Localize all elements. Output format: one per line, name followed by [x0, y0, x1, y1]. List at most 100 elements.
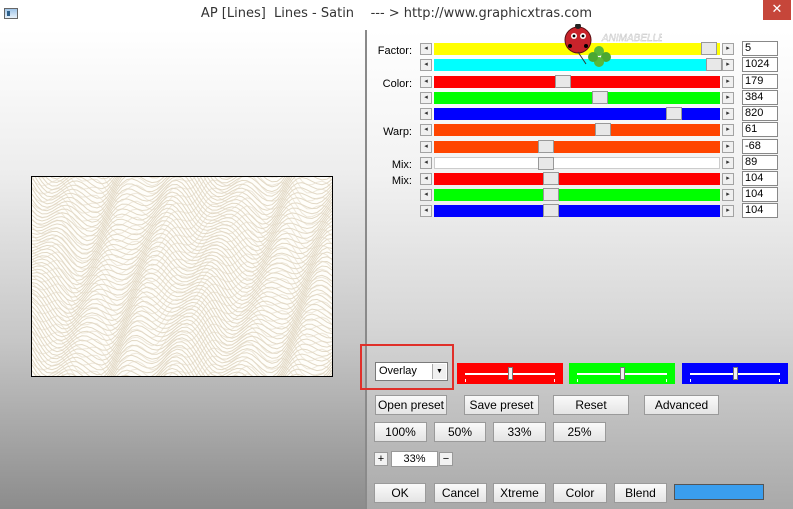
- slider-value-field[interactable]: 104: [742, 171, 778, 186]
- scroll-right-arrow-icon[interactable]: ▸: [722, 189, 734, 201]
- scroll-right-arrow-icon[interactable]: ▸: [722, 108, 734, 120]
- slider-track[interactable]: [434, 91, 720, 104]
- slider-track[interactable]: [434, 107, 720, 120]
- slider-thumb[interactable]: [543, 188, 560, 201]
- slider-thumb[interactable]: [594, 123, 611, 136]
- slider-value-field[interactable]: 61: [742, 122, 778, 137]
- mix-label-1: Mix:: [391, 159, 412, 171]
- slider-value-field[interactable]: 104: [742, 203, 778, 218]
- open-preset-button[interactable]: Open preset: [375, 395, 447, 415]
- slider-track[interactable]: [434, 75, 720, 88]
- title-bar: AP [Lines] Lines - Satin --- > http://ww…: [0, 0, 793, 30]
- slider-value-field[interactable]: 104: [742, 187, 778, 202]
- scroll-right-arrow-icon[interactable]: ▸: [722, 157, 734, 169]
- slider-thumb[interactable]: [666, 107, 683, 120]
- zoom-25-button[interactable]: 25%: [553, 422, 606, 442]
- scroll-left-arrow-icon[interactable]: ◂: [420, 141, 432, 153]
- slider-value-field[interactable]: 384: [742, 90, 778, 105]
- slider-4[interactable]: ◂ ▸: [420, 91, 734, 104]
- slider-3[interactable]: ◂ ▸: [420, 75, 734, 88]
- scroll-left-arrow-icon[interactable]: ◂: [420, 124, 432, 136]
- slider-track[interactable]: [434, 188, 720, 201]
- slider-6[interactable]: ◂ ▸: [420, 123, 734, 136]
- channel-thumb[interactable]: [620, 367, 625, 380]
- satin-pattern: [32, 177, 332, 376]
- slider-value-field[interactable]: 1024: [742, 57, 778, 72]
- color-button[interactable]: Color: [553, 483, 607, 503]
- slider-value-field[interactable]: 89: [742, 155, 778, 170]
- scroll-left-arrow-icon[interactable]: ◂: [420, 173, 432, 185]
- slider-thumb[interactable]: [591, 91, 608, 104]
- blend-mode-value: Overlay: [379, 365, 417, 377]
- scroll-left-arrow-icon[interactable]: ◂: [420, 59, 432, 71]
- scroll-left-arrow-icon[interactable]: ◂: [420, 157, 432, 169]
- zoom-level-field[interactable]: 33%: [391, 451, 438, 467]
- slider-thumb[interactable]: [537, 157, 554, 170]
- green-channel-slider[interactable]: [569, 363, 675, 384]
- ok-button[interactable]: OK: [374, 483, 426, 503]
- blend-color-swatch[interactable]: [674, 484, 764, 500]
- preview-image: [31, 176, 333, 377]
- zoom-50-button[interactable]: 50%: [434, 422, 486, 442]
- slider-track[interactable]: [434, 172, 720, 185]
- window-title: AP [Lines] Lines - Satin --- > http://ww…: [200, 6, 593, 21]
- slider-thumb[interactable]: [543, 172, 560, 185]
- red-channel-slider[interactable]: [457, 363, 563, 384]
- warp-label: Warp:: [383, 126, 412, 138]
- scroll-right-arrow-icon[interactable]: ▸: [722, 205, 734, 217]
- slider-5[interactable]: ◂ ▸: [420, 107, 734, 120]
- slider-thumb[interactable]: [706, 58, 723, 71]
- slider-thumb[interactable]: [543, 204, 560, 217]
- blend-button[interactable]: Blend: [614, 483, 667, 503]
- slider-thumb[interactable]: [554, 75, 571, 88]
- slider-10[interactable]: ◂ ▸: [420, 188, 734, 201]
- channel-thumb[interactable]: [733, 367, 738, 380]
- cancel-button[interactable]: Cancel: [434, 483, 487, 503]
- save-preset-button[interactable]: Save preset: [464, 395, 539, 415]
- reset-button[interactable]: Reset: [553, 395, 629, 415]
- scroll-right-arrow-icon[interactable]: ▸: [722, 92, 734, 104]
- factor-label: Factor:: [377, 45, 412, 57]
- advanced-button[interactable]: Advanced: [644, 395, 719, 415]
- scroll-left-arrow-icon[interactable]: ◂: [420, 76, 432, 88]
- slider-track[interactable]: [434, 123, 720, 136]
- scroll-right-arrow-icon[interactable]: ▸: [722, 76, 734, 88]
- slider-8[interactable]: ◂ ▸: [420, 157, 734, 170]
- channel-thumb[interactable]: [508, 367, 513, 380]
- slider-track[interactable]: [434, 157, 720, 170]
- scroll-right-arrow-icon[interactable]: ▸: [722, 173, 734, 185]
- slider-thumb[interactable]: [537, 140, 554, 153]
- slider-value-field[interactable]: 179: [742, 74, 778, 89]
- slider-track[interactable]: [434, 140, 720, 153]
- scroll-right-arrow-icon[interactable]: ▸: [722, 124, 734, 136]
- scroll-left-arrow-icon[interactable]: ◂: [420, 108, 432, 120]
- slider-7[interactable]: ◂ ▸: [420, 140, 734, 153]
- slider-value-field[interactable]: 820: [742, 106, 778, 121]
- scroll-left-arrow-icon[interactable]: ◂: [420, 43, 432, 55]
- watermark-text: ANIMABELLE: [601, 33, 662, 44]
- slider-value-field[interactable]: -68: [742, 139, 778, 154]
- close-button[interactable]: ✕: [763, 0, 791, 20]
- scroll-left-arrow-icon[interactable]: ◂: [420, 205, 432, 217]
- slider-value-field[interactable]: 5: [742, 41, 778, 56]
- slider-thumb[interactable]: [700, 42, 717, 55]
- zoom-out-button[interactable]: −: [439, 452, 453, 466]
- scroll-left-arrow-icon[interactable]: ◂: [420, 92, 432, 104]
- ladybug-mascot-logo: ANIMABELLE: [556, 23, 665, 72]
- scroll-right-arrow-icon[interactable]: ▸: [722, 59, 734, 71]
- xtreme-button[interactable]: Xtreme: [493, 483, 546, 503]
- dropdown-arrow-icon[interactable]: ▼: [432, 364, 446, 379]
- zoom-in-button[interactable]: +: [374, 452, 388, 466]
- mix-label-2: Mix:: [391, 175, 412, 187]
- zoom-100-button[interactable]: 100%: [374, 422, 427, 442]
- slider-11[interactable]: ◂ ▸: [420, 204, 734, 217]
- blue-channel-slider[interactable]: [682, 363, 788, 384]
- scroll-left-arrow-icon[interactable]: ◂: [420, 189, 432, 201]
- color-label: Color:: [382, 78, 412, 90]
- slider-track[interactable]: [434, 204, 720, 217]
- blend-mode-select[interactable]: Overlay ▼: [375, 362, 448, 381]
- scroll-right-arrow-icon[interactable]: ▸: [722, 141, 734, 153]
- slider-9[interactable]: ◂ ▸: [420, 172, 734, 185]
- zoom-33-button[interactable]: 33%: [493, 422, 546, 442]
- scroll-right-arrow-icon[interactable]: ▸: [722, 43, 734, 55]
